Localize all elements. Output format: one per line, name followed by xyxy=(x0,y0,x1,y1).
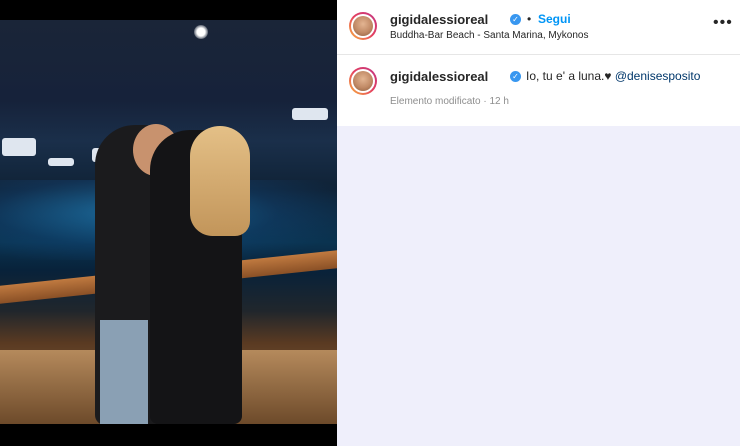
avatar[interactable] xyxy=(349,12,377,40)
post-info-card: gigidalessioreal ✓ • Segui Buddha-Bar Be… xyxy=(337,0,740,126)
verified-badge-icon: ✓ xyxy=(510,14,521,25)
jeans xyxy=(100,320,148,424)
more-options-icon[interactable]: ••• xyxy=(713,14,733,32)
avatar-image xyxy=(353,71,373,91)
follow-button[interactable]: Segui xyxy=(538,12,571,26)
yacht xyxy=(2,138,36,156)
separator-dot: • xyxy=(527,12,532,26)
yacht xyxy=(48,158,74,166)
post-media[interactable] xyxy=(0,0,337,446)
avatar-image xyxy=(353,16,373,36)
woman-hair xyxy=(190,126,250,236)
caption-avatar[interactable] xyxy=(349,67,377,95)
caption-meta: Elemento modificato · 12 h xyxy=(390,96,509,107)
caption-text: Io, tu e' a luna.♥ @denisesposito xyxy=(526,69,700,83)
caption-username[interactable]: gigidalessioreal xyxy=(390,69,488,84)
location-link[interactable]: Buddha-Bar Beach - Santa Marina, Mykonos xyxy=(390,30,588,41)
divider xyxy=(337,54,740,55)
post-photo[interactable] xyxy=(0,20,337,424)
mention-link[interactable]: @denisesposito xyxy=(615,69,701,83)
yacht xyxy=(292,108,328,120)
post-side-panel: gigidalessioreal ✓ • Segui Buddha-Bar Be… xyxy=(337,0,740,446)
header-username[interactable]: gigidalessioreal xyxy=(390,12,488,27)
verified-badge-icon: ✓ xyxy=(510,71,521,82)
caption-body: Io, tu e' a luna.♥ xyxy=(526,69,612,83)
moon xyxy=(194,25,208,39)
